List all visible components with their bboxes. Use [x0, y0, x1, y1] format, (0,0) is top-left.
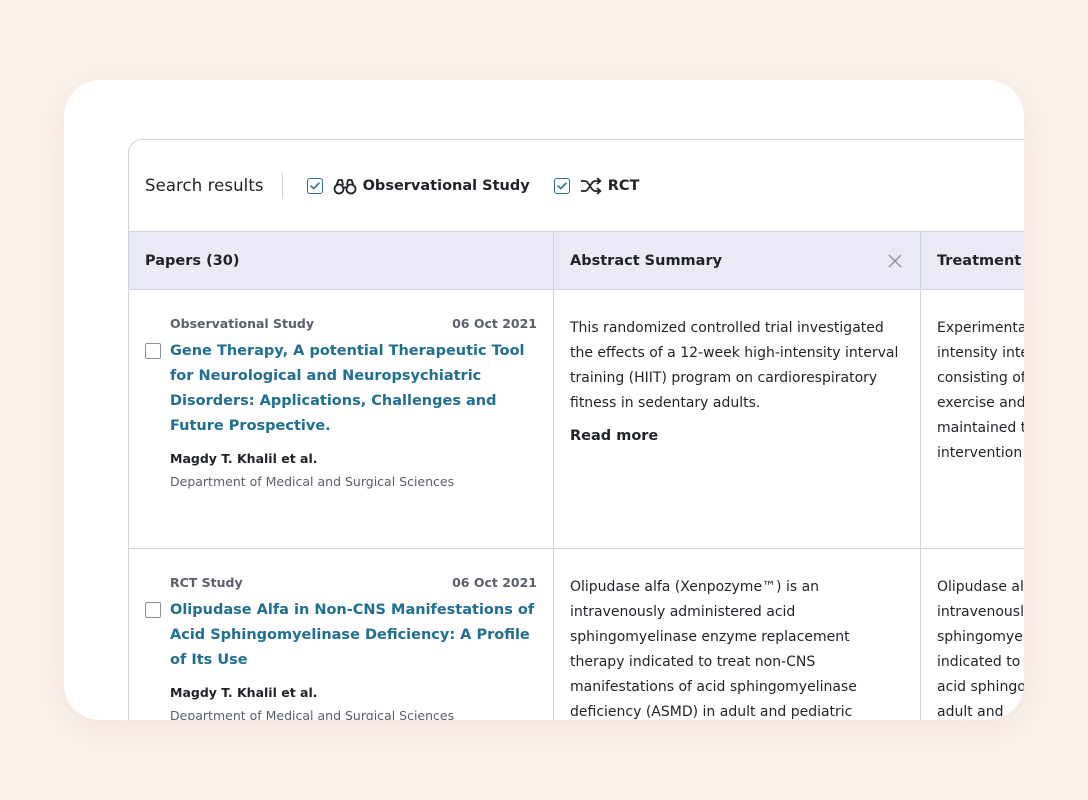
paper-type: RCT Study: [170, 575, 243, 590]
treatment-line: intensity inte: [937, 345, 1024, 361]
treatment-line: adult and: [937, 704, 1004, 720]
treatment-line: intravenousl: [937, 604, 1024, 620]
paper-meta: Observational Study 06 Oct 2021: [145, 316, 537, 331]
treatment-line: sphingomye: [937, 629, 1023, 645]
header-papers-label: Papers (30): [145, 252, 240, 269]
abstract-text: This randomized controlled trial investi…: [570, 320, 899, 411]
treatment-cell: Experimenta intensity inte consisting of…: [921, 290, 1024, 548]
paper-authors: Magdy T. Khalil et al.: [170, 451, 318, 466]
check-icon: [309, 181, 320, 189]
treatment-line: exercise and: [937, 395, 1024, 411]
abstract-cell: This randomized controlled trial investi…: [554, 290, 921, 548]
paper-meta: RCT Study 06 Oct 2021: [145, 575, 537, 590]
filter-label-rct: RCT: [607, 177, 640, 194]
outer-card: Search results Observational Study RCT P…: [64, 80, 1024, 720]
table-row: RCT Study 06 Oct 2021 Olipudase Alfa in …: [129, 549, 1024, 720]
filter-label-observational: Observational Study: [362, 177, 530, 194]
paper-cell: RCT Study 06 Oct 2021 Olipudase Alfa in …: [129, 549, 554, 720]
paper-department: Department of Medical and Surgical Scien…: [170, 474, 455, 489]
treatment-line: indicated to: [937, 654, 1021, 670]
filter-rct[interactable]: RCT: [553, 176, 640, 195]
treatment-line: acid sphingo: [937, 679, 1024, 695]
paper-title-link[interactable]: Gene Therapy, A potential Therapeutic To…: [170, 339, 537, 439]
row-checkbox[interactable]: [145, 602, 161, 618]
filter-checkbox-observational[interactable]: [306, 177, 323, 194]
paper-authors: Magdy T. Khalil et al.: [170, 685, 318, 700]
treatment-cell: Olipudase al intravenousl sphingomye ind…: [921, 549, 1024, 720]
row-checkbox[interactable]: [145, 343, 161, 359]
filter-checkbox-rct[interactable]: [553, 177, 570, 194]
table-row: Observational Study 06 Oct 2021 Gene The…: [129, 290, 1024, 549]
header-abstract-label: Abstract Summary: [570, 252, 723, 269]
close-column-button[interactable]: [886, 252, 904, 270]
toolbar: Search results Observational Study RCT: [129, 140, 1024, 232]
paper-date: 06 Oct 2021: [452, 316, 537, 331]
search-results-panel: Search results Observational Study RCT P…: [128, 139, 1024, 720]
paper-cell: Observational Study 06 Oct 2021 Gene The…: [129, 290, 554, 548]
binoculars-icon: [333, 177, 357, 195]
header-treatment-label: Treatment: [937, 252, 1022, 269]
shuffle-icon: [580, 176, 602, 195]
treatment-line: consisting of: [937, 370, 1024, 386]
toolbar-title: Search results: [145, 176, 264, 195]
header-treatment: Treatment: [921, 232, 1024, 289]
abstract-text: Olipudase alfa (Xenpozyme™) is an intrav…: [570, 579, 857, 720]
paper-title-row: Gene Therapy, A potential Therapeutic To…: [145, 339, 537, 439]
treatment-line: Olipudase al: [937, 579, 1024, 595]
toolbar-divider: [281, 172, 283, 199]
paper-department: Department of Medical and Surgical Scien…: [170, 708, 455, 720]
table-header-row: Papers (30) Abstract Summary Treatment: [129, 232, 1024, 290]
treatment-line: maintained t: [937, 420, 1024, 436]
paper-date: 06 Oct 2021: [452, 575, 537, 590]
header-abstract-summary: Abstract Summary: [554, 232, 921, 289]
filter-observational-study[interactable]: Observational Study: [306, 177, 530, 195]
paper-type: Observational Study: [170, 316, 315, 331]
paper-title-link[interactable]: Olipudase Alfa in Non-CNS Manifestations…: [170, 598, 537, 673]
header-papers: Papers (30): [129, 232, 554, 289]
treatment-line: intervention: [937, 445, 1023, 461]
abstract-cell: Olipudase alfa (Xenpozyme™) is an intrav…: [554, 549, 921, 720]
results-table: Papers (30) Abstract Summary Treatment O…: [129, 232, 1024, 720]
read-more-link[interactable]: Read more: [570, 424, 904, 449]
treatment-line: Experimenta: [937, 320, 1024, 336]
check-icon: [556, 181, 567, 189]
close-icon: [888, 254, 902, 267]
paper-title-row: Olipudase Alfa in Non-CNS Manifestations…: [145, 598, 537, 673]
